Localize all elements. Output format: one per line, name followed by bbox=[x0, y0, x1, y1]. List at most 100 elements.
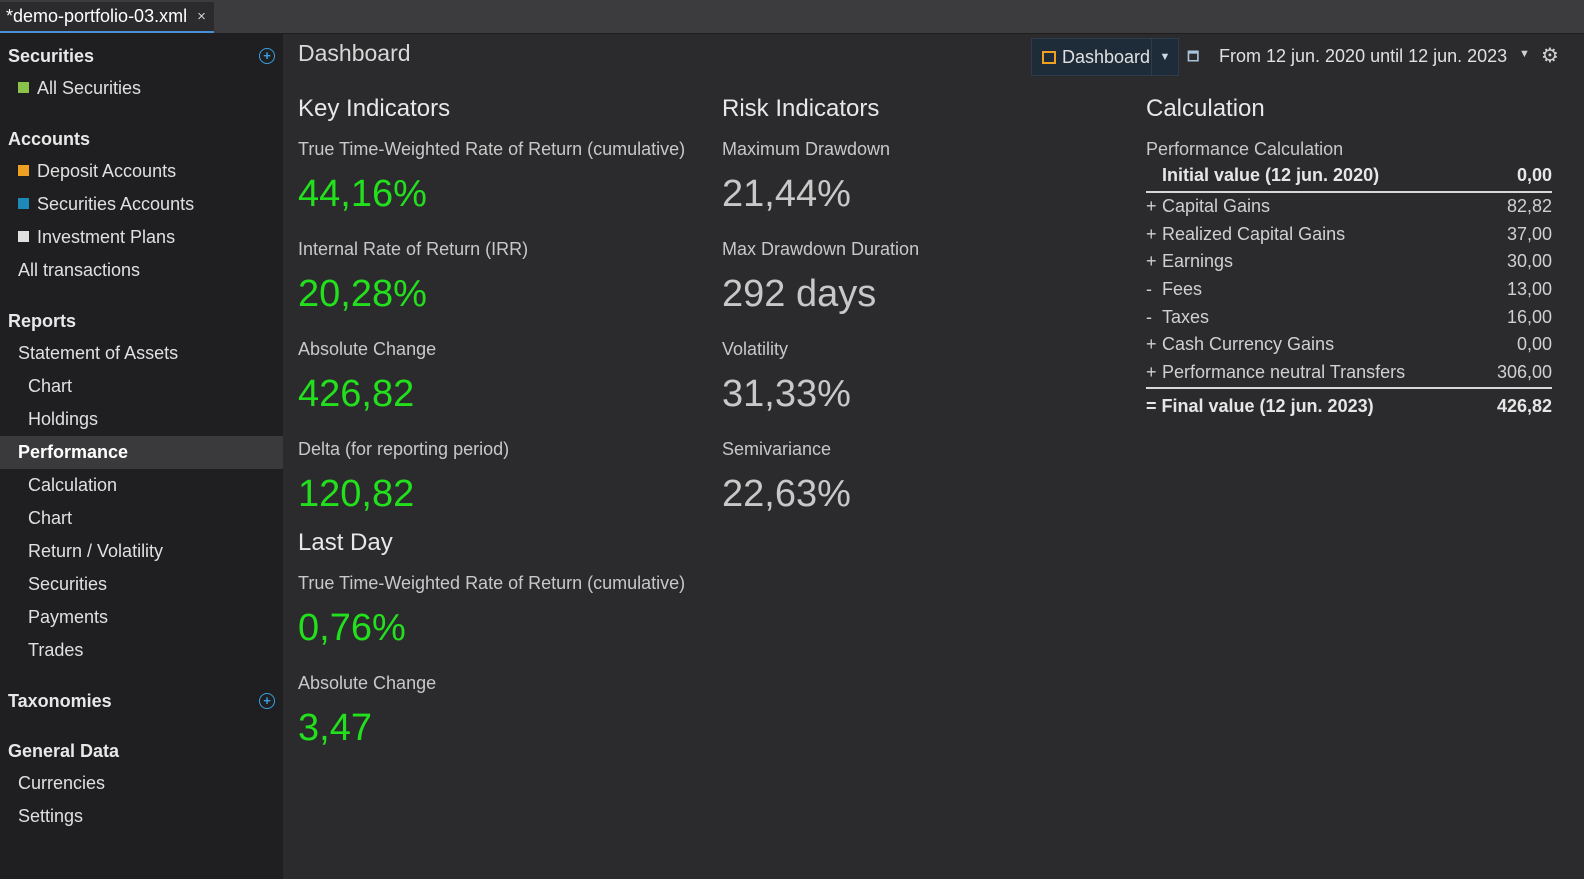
sidebar-item-calculation[interactable]: Calculation bbox=[0, 469, 283, 502]
sidebar-item-return-volatility[interactable]: Return / Volatility bbox=[0, 535, 283, 568]
calc-row: + Cash Currency Gains 0,00 bbox=[1146, 331, 1552, 359]
dashboard-select-label: Dashboard bbox=[1062, 46, 1151, 67]
window-icon[interactable]: 🗖 bbox=[1187, 48, 1199, 70]
calc-row-label: Earnings bbox=[1162, 251, 1234, 272]
metric-value: 44,16% bbox=[298, 173, 427, 215]
calc-row-sign: + bbox=[1146, 196, 1157, 216]
calc-row: + Performance neutral Transfers 306,00 bbox=[1146, 359, 1552, 387]
calc-row-value: 306,00 bbox=[1496, 362, 1552, 383]
calc-row-value: 16,00 bbox=[1506, 306, 1552, 327]
key-indicators-heading: Key Indicators bbox=[298, 95, 451, 122]
sidebar-item-all-transactions[interactable]: All transactions bbox=[0, 254, 283, 287]
calc-row-sign: - bbox=[1146, 306, 1152, 327]
sidebar-item-investment-plans[interactable]: Investment Plans bbox=[0, 221, 283, 254]
metric-value: 22,63% bbox=[722, 473, 851, 515]
calc-row-value: 0,00 bbox=[1516, 165, 1552, 185]
sidebar-item-statement-of-assets[interactable]: Statement of Assets bbox=[0, 337, 283, 370]
calc-row: + Earnings 30,00 bbox=[1146, 248, 1552, 276]
sidebar-item-label: Trades bbox=[28, 640, 84, 660]
sidebar-item-label: Settings bbox=[18, 806, 84, 826]
dashboard-select-button[interactable]: Dashboard ▼ bbox=[1031, 38, 1179, 76]
sidebar-header-reports[interactable]: Reports bbox=[0, 305, 283, 337]
calc-row-label: = Final value (12 jun. 2023) bbox=[1146, 395, 1374, 416]
sidebar-item-label: All Securities bbox=[37, 78, 142, 98]
metric-label: Internal Rate of Return (IRR) bbox=[298, 239, 529, 259]
metric-value: 0,76% bbox=[298, 607, 406, 649]
risk-indicators-panel: Risk Indicators Maximum Drawdown 21,44% … bbox=[722, 92, 919, 526]
sidebar-header-label: Reports bbox=[8, 311, 77, 331]
sidebar-header-accounts[interactable]: Accounts bbox=[0, 123, 283, 155]
sidebar-item-payments[interactable]: Payments bbox=[0, 601, 283, 634]
metric-label: True Time-Weighted Rate of Return (cumul… bbox=[298, 139, 686, 159]
calculation-heading: Calculation bbox=[1146, 95, 1265, 122]
sidebar-item-label: Currencies bbox=[18, 773, 106, 793]
sidebar-item-label: Calculation bbox=[28, 475, 118, 495]
sidebar-item-label: All transactions bbox=[18, 260, 141, 280]
plus-circle-icon[interactable]: + bbox=[259, 48, 275, 64]
sidebar-item-label: Statement of Assets bbox=[18, 343, 179, 363]
calc-row-initial: Initial value (12 jun. 2020) 0,00 bbox=[1146, 162, 1552, 193]
plus-circle-icon[interactable]: + bbox=[259, 693, 275, 709]
metric-value: 21,44% bbox=[722, 173, 851, 215]
sidebar-header-label: Accounts bbox=[8, 129, 91, 149]
last-day-heading: Last Day bbox=[298, 529, 393, 556]
calc-row-label: Initial value (12 jun. 2020) bbox=[1162, 165, 1380, 185]
calculation-subtitle: Performance Calculation bbox=[1146, 139, 1344, 159]
calc-row-label: Realized Capital Gains bbox=[1162, 223, 1346, 244]
sidebar-item-settings[interactable]: Settings bbox=[0, 800, 283, 833]
sidebar-item-deposit-accounts[interactable]: Deposit Accounts bbox=[0, 155, 283, 188]
metric-value: 20,28% bbox=[298, 273, 427, 315]
dashboard-icon bbox=[1042, 50, 1056, 64]
sidebar-item-label: Securities bbox=[28, 574, 108, 594]
metric-value: 31,33% bbox=[722, 373, 851, 415]
sidebar-header-taxonomies[interactable]: Taxonomies + bbox=[0, 685, 283, 717]
sidebar-item-assets-chart[interactable]: Chart bbox=[0, 370, 283, 403]
calc-row-sign: + bbox=[1146, 251, 1157, 272]
sidebar-item-all-securities[interactable]: All Securities bbox=[0, 72, 283, 105]
security-icon bbox=[18, 82, 29, 93]
calc-row-value: 0,00 bbox=[1516, 334, 1552, 355]
app-window: *demo-portfolio-03.xml × Securities + Al… bbox=[0, 0, 1584, 879]
sidebar-item-label: Deposit Accounts bbox=[37, 161, 177, 181]
sidebar-item-label: Chart bbox=[28, 508, 73, 528]
sidebar-header-securities[interactable]: Securities + bbox=[0, 40, 283, 72]
sidebar-item-holdings[interactable]: Holdings bbox=[0, 403, 283, 436]
calc-row-sign: + bbox=[1146, 223, 1157, 244]
calc-row: + Realized Capital Gains 37,00 bbox=[1146, 221, 1552, 249]
sidebar-item-label: Holdings bbox=[28, 409, 99, 429]
sidebar-item-label: Performance bbox=[18, 442, 129, 462]
sidebar-item-securities-report[interactable]: Securities bbox=[0, 568, 283, 601]
sidebar-header-general-data[interactable]: General Data bbox=[0, 735, 283, 767]
metric-value: 120,82 bbox=[298, 473, 415, 515]
gear-icon[interactable]: ⚙ bbox=[1541, 43, 1559, 68]
metric-label: Delta (for reporting period) bbox=[298, 439, 510, 459]
sidebar-header-label: General Data bbox=[8, 741, 120, 761]
calc-row: - Taxes 16,00 bbox=[1146, 304, 1552, 332]
sidebar-item-label: Securities Accounts bbox=[37, 194, 195, 214]
chevron-down-icon[interactable]: ▼ bbox=[1519, 48, 1530, 60]
sidebar-item-label: Payments bbox=[28, 607, 109, 627]
calc-row-label: Fees bbox=[1162, 279, 1203, 300]
sidebar-item-performance-chart[interactable]: Chart bbox=[0, 502, 283, 535]
page-title: Dashboard bbox=[298, 40, 411, 66]
calc-row-value: 30,00 bbox=[1506, 251, 1552, 272]
tab-strip: *demo-portfolio-03.xml × bbox=[0, 0, 1584, 34]
sidebar-item-securities-accounts[interactable]: Securities Accounts bbox=[0, 188, 283, 221]
calc-row-label: Cash Currency Gains bbox=[1162, 334, 1335, 355]
tab-portfolio-file[interactable]: *demo-portfolio-03.xml × bbox=[0, 2, 214, 33]
calc-row-value: 13,00 bbox=[1506, 279, 1552, 300]
securities-account-icon bbox=[18, 198, 29, 209]
sidebar-item-trades[interactable]: Trades bbox=[0, 634, 283, 667]
close-icon[interactable]: × bbox=[197, 8, 206, 25]
calc-row-label: Capital Gains bbox=[1162, 196, 1271, 216]
calc-row-sign: - bbox=[1146, 279, 1152, 300]
sidebar-item-currencies[interactable]: Currencies bbox=[0, 767, 283, 800]
deposit-account-icon bbox=[18, 165, 29, 176]
sidebar: Securities + All Securities Accounts Dep… bbox=[0, 34, 283, 879]
metric-value: 3,47 bbox=[298, 707, 372, 749]
calc-row-value: 82,82 bbox=[1506, 196, 1552, 216]
chevron-down-icon[interactable]: ▼ bbox=[1151, 39, 1178, 75]
sidebar-item-performance[interactable]: Performance bbox=[0, 436, 283, 469]
period-selector[interactable]: From 12 jun. 2020 until 12 jun. 2023 bbox=[1219, 46, 1507, 67]
investment-plan-icon bbox=[18, 231, 29, 242]
